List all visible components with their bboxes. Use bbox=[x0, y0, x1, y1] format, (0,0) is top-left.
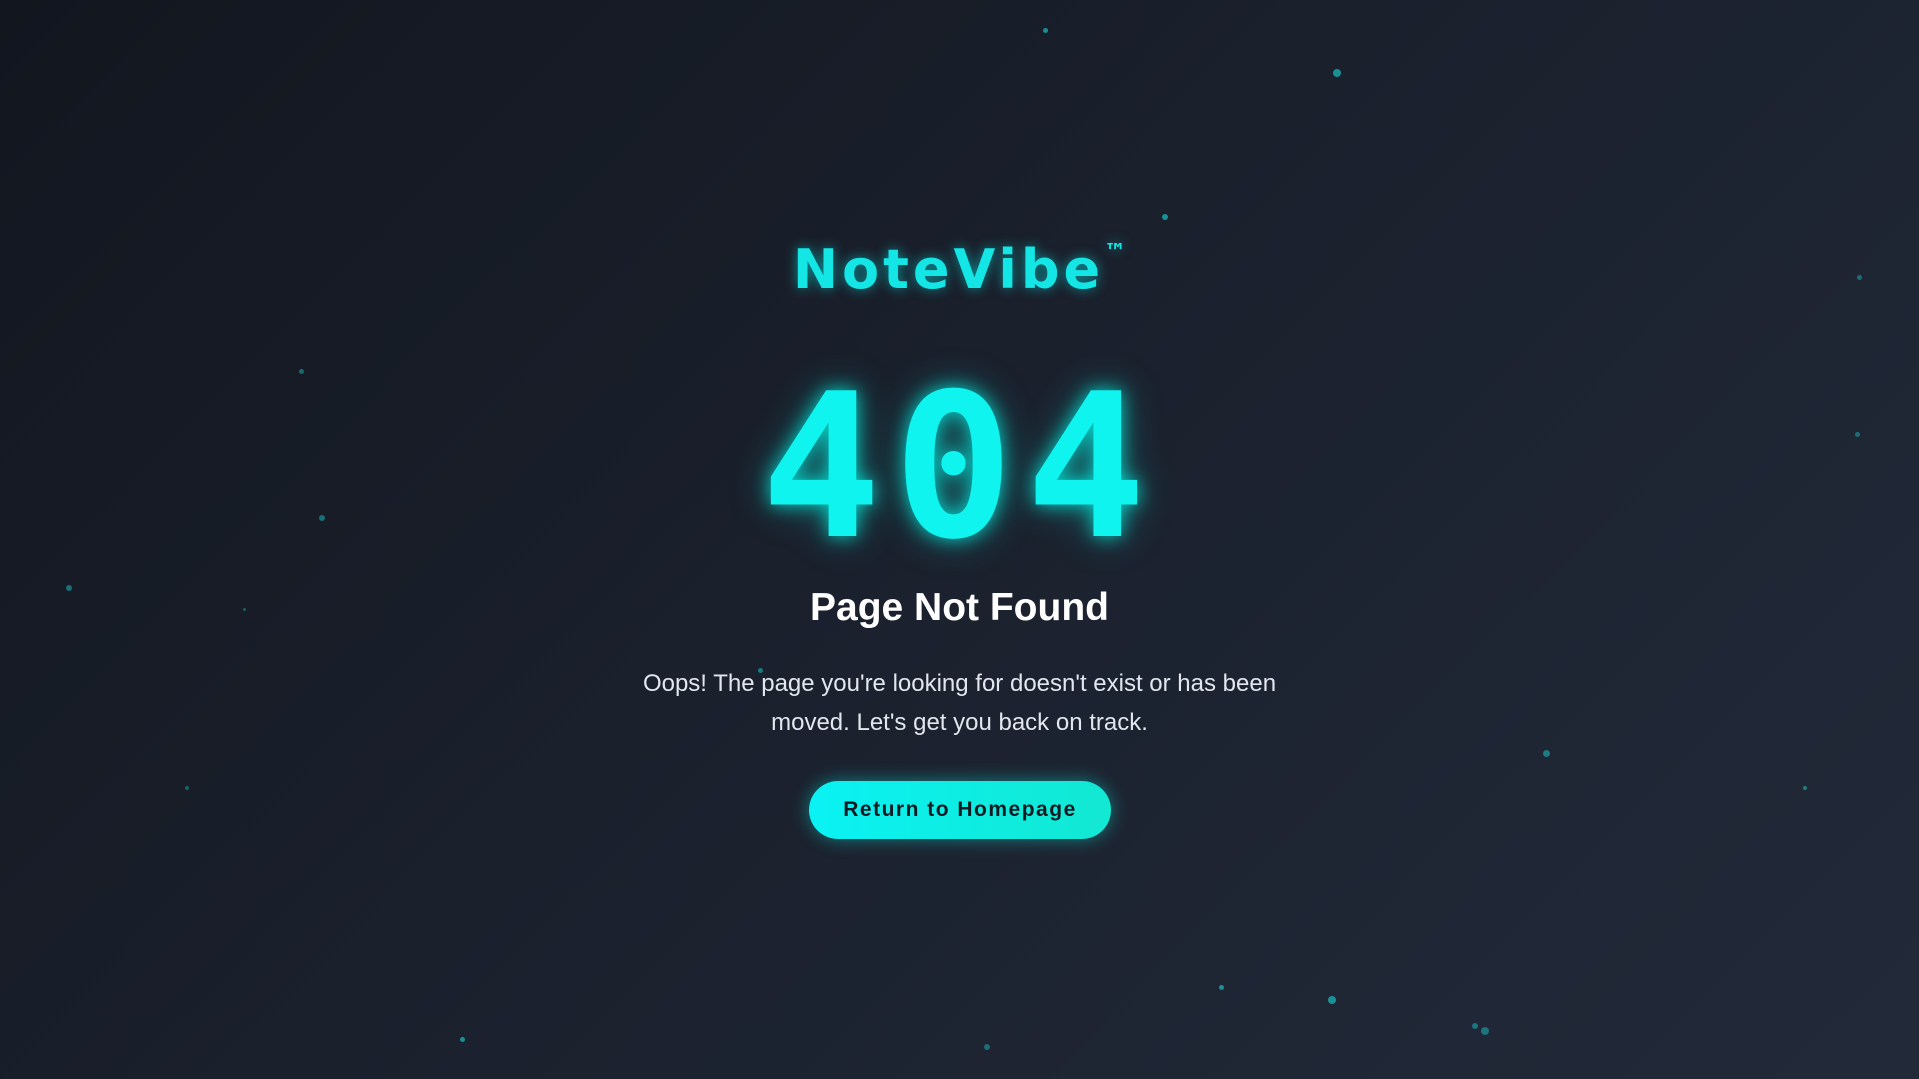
page-title: Page Not Found bbox=[810, 586, 1109, 629]
brand-name: NoteVibe bbox=[792, 238, 1105, 301]
error-code: 404 bbox=[760, 351, 1159, 584]
return-home-button[interactable]: Return to Homepage bbox=[809, 781, 1111, 839]
trademark-symbol: ™ bbox=[1104, 240, 1127, 265]
brand-logo: NoteVibe™ bbox=[0, 238, 1919, 301]
error-message: Oops! The page you're looking for doesn'… bbox=[642, 670, 1277, 736]
error-page: NoteVibe™ 404 Page Not Found Oops! The p… bbox=[0, 0, 1919, 1079]
